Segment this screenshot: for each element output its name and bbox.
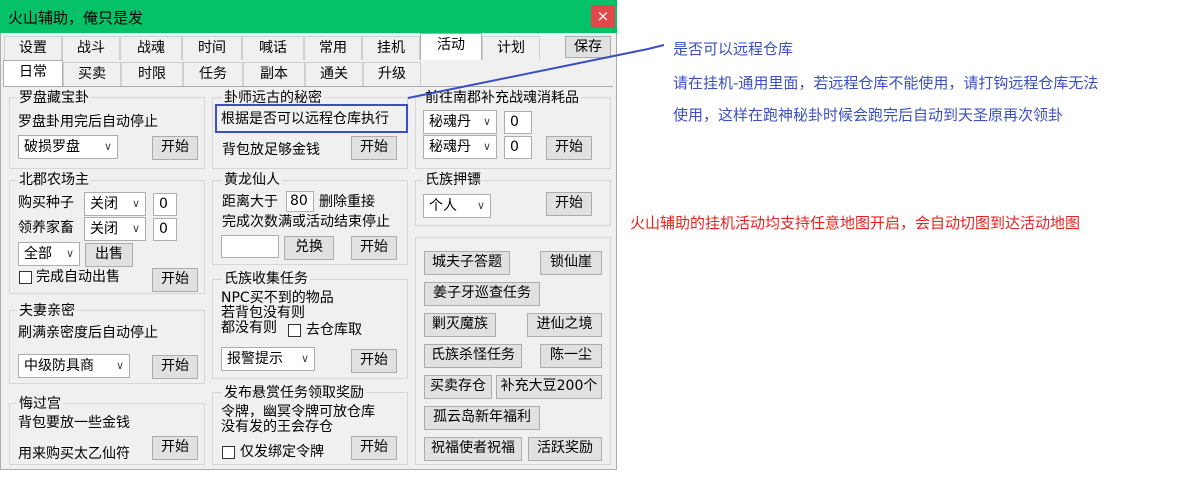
annotation-line2: 使用，这样在跑神秘卦时候会跑完后自动到天圣原再次领卦 xyxy=(673,106,1064,124)
pointer-line xyxy=(407,48,649,99)
pointer-line-tip xyxy=(647,44,665,50)
annotation-title: 是否可以远程仓库 xyxy=(673,40,794,58)
annotation-line1: 请在挂机-通用里面，若远程仓库不能使用，请打钩远程仓库无法 xyxy=(673,74,1099,92)
annotation-pointer-line xyxy=(407,44,665,99)
annotation-note2: 火山辅助的挂机活动均支持任意地图开启，会自动切图到达活动地图 xyxy=(630,214,1081,232)
